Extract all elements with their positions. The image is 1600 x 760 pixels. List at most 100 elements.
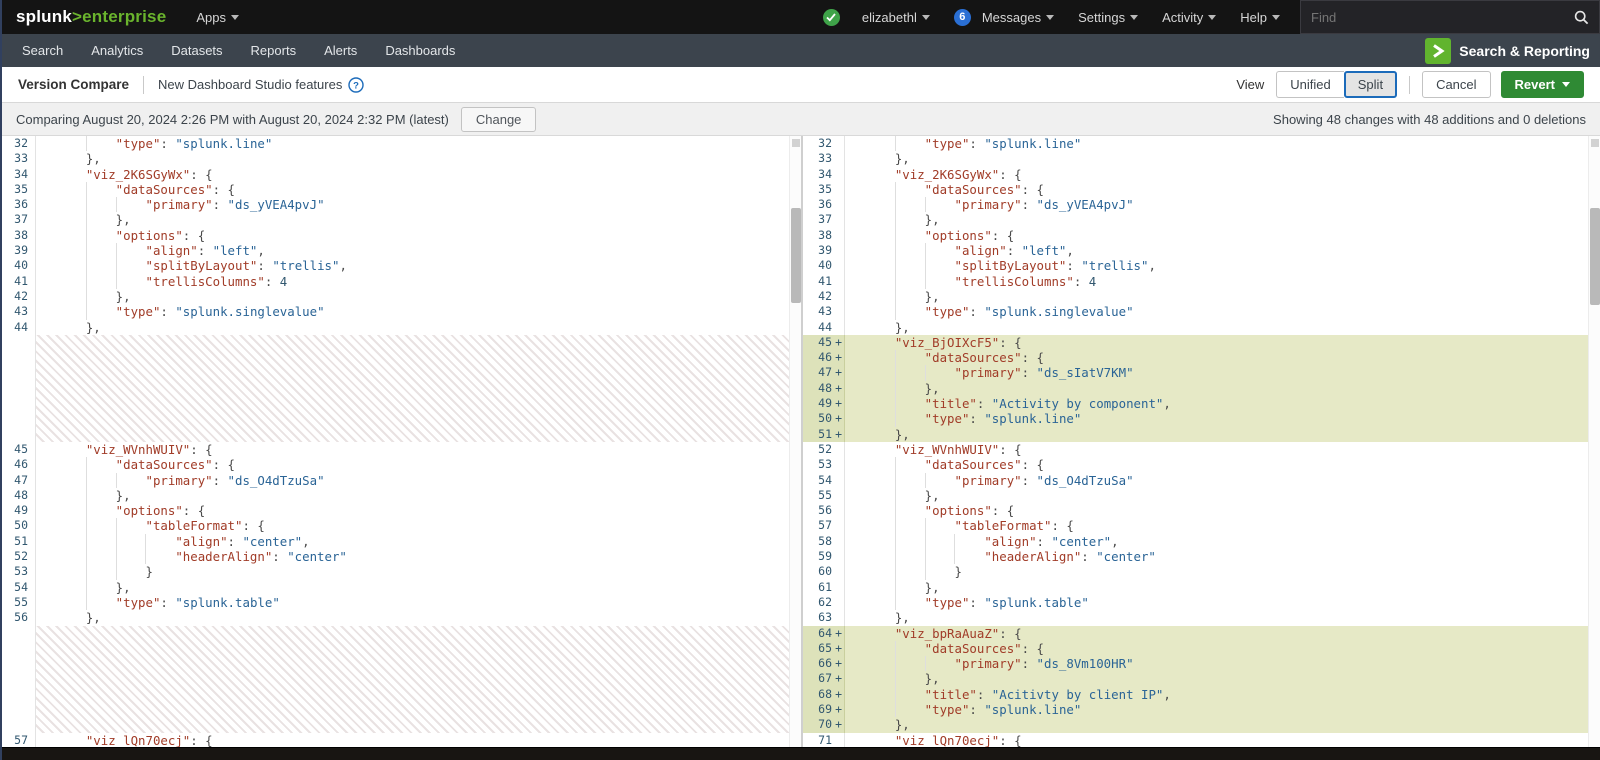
diff-line: 35 "dataSources": { xyxy=(803,182,1588,197)
code-text: "align": "left", xyxy=(36,243,789,258)
line-number: 34 xyxy=(803,167,845,182)
apps-menu-label: Apps xyxy=(196,10,226,25)
code-text: "type": "splunk.table" xyxy=(845,595,1588,610)
left-pane-scrollbar[interactable] xyxy=(789,136,801,747)
health-status-icon[interactable] xyxy=(823,9,840,26)
find-input[interactable] xyxy=(1311,10,1574,25)
line-number: 46 xyxy=(2,457,36,472)
line-number: 35 xyxy=(2,182,36,197)
activity-label: Activity xyxy=(1162,10,1203,25)
bottom-strip xyxy=(2,747,1600,760)
diff-line: 39 "align": "left", xyxy=(803,243,1588,258)
code-text: "type": "splunk.line" xyxy=(845,702,1588,717)
line-number: 54 xyxy=(2,580,36,595)
unified-view-button[interactable]: Unified xyxy=(1276,71,1343,98)
line-number: 55 xyxy=(803,488,845,503)
code-text: "tableFormat": { xyxy=(36,518,789,533)
diff-line: 57 "tableFormat": { xyxy=(803,518,1588,533)
code-text: "primary": "ds_yVEA4pvJ" xyxy=(845,197,1588,212)
nav-item-alerts[interactable]: Alerts xyxy=(310,34,371,67)
code-text: }, xyxy=(845,151,1588,166)
revert-button[interactable]: Revert xyxy=(1501,71,1584,98)
code-text: } xyxy=(845,564,1588,579)
code-text: "viz_2K6SGyWx": { xyxy=(36,167,789,182)
code-text: "viz_lQn70ecj": { xyxy=(36,733,789,747)
user-menu[interactable]: elizabethl xyxy=(850,0,942,34)
settings-menu[interactable]: Settings xyxy=(1066,0,1150,34)
diff-line: 34 "viz_2K6SGyWx": { xyxy=(2,167,789,182)
missing-lines-hatch xyxy=(36,335,789,442)
added-marker: + xyxy=(835,396,842,411)
line-number: 57 xyxy=(2,733,36,747)
right-scrollbar-thumb[interactable] xyxy=(1590,208,1600,305)
help-question-icon[interactable]: ? xyxy=(348,77,364,93)
left-scrollbar-thumb[interactable] xyxy=(791,208,801,303)
revert-label: Revert xyxy=(1515,77,1555,92)
line-number: 42 xyxy=(803,289,845,304)
code-text: "options": { xyxy=(845,503,1588,518)
apps-menu[interactable]: Apps xyxy=(184,0,251,34)
line-number: 40 xyxy=(803,258,845,273)
right-pane-scrollbar[interactable] xyxy=(1588,136,1600,747)
diff-line: 60 } xyxy=(803,564,1588,579)
line-number: 44 xyxy=(2,320,36,335)
messages-menu[interactable]: 6 Messages xyxy=(942,0,1066,34)
code-text: }, xyxy=(845,381,1588,396)
nav-item-analytics[interactable]: Analytics xyxy=(77,34,157,67)
nav-item-datasets[interactable]: Datasets xyxy=(157,34,236,67)
line-number: 52 xyxy=(2,549,36,564)
search-reporting-app-icon[interactable] xyxy=(1425,38,1451,64)
code-text: }, xyxy=(36,320,789,335)
line-number: 40 xyxy=(2,258,36,273)
nav-item-dashboards[interactable]: Dashboards xyxy=(371,34,469,67)
line-number: 45+ xyxy=(803,335,845,350)
code-text: "align": "center", xyxy=(36,534,789,549)
code-text: "viz_lQn70ecj": { xyxy=(845,733,1588,747)
cancel-button[interactable]: Cancel xyxy=(1422,71,1490,98)
diff-line: 37 }, xyxy=(803,212,1588,227)
change-button[interactable]: Change xyxy=(461,107,537,132)
find-search-box[interactable] xyxy=(1300,0,1600,34)
subtitle-text: New Dashboard Studio features xyxy=(158,77,342,92)
diff-line: 46+ "dataSources": { xyxy=(803,350,1588,365)
line-number: 54 xyxy=(803,473,845,488)
dashboard-subtitle: New Dashboard Studio features ? xyxy=(158,77,364,93)
activity-menu[interactable]: Activity xyxy=(1150,0,1228,34)
nav-item-reports[interactable]: Reports xyxy=(237,34,311,67)
added-marker: + xyxy=(835,671,842,686)
splunk-logo[interactable]: splunk>enterprise xyxy=(16,7,166,27)
nav-item-search[interactable]: Search xyxy=(2,34,77,67)
diff-line: 42 }, xyxy=(803,289,1588,304)
line-number: 32 xyxy=(803,136,845,151)
diff-line: 44 }, xyxy=(803,320,1588,335)
diff-line: 66+ "primary": "ds_8Vm100HR" xyxy=(803,656,1588,671)
added-marker: + xyxy=(835,626,842,641)
line-number: 65+ xyxy=(803,641,845,656)
help-menu[interactable]: Help xyxy=(1228,0,1292,34)
chevron-down-icon xyxy=(1272,15,1280,20)
line-number: 50+ xyxy=(803,411,845,426)
diff-line: 33 }, xyxy=(803,151,1588,166)
line-number: 46+ xyxy=(803,350,845,365)
line-number: 49 xyxy=(2,503,36,518)
added-marker: + xyxy=(835,411,842,426)
diff-line: 36 "primary": "ds_yVEA4pvJ" xyxy=(2,197,789,212)
view-label: View xyxy=(1236,77,1264,92)
diff-line: 67+ }, xyxy=(803,671,1588,686)
line-number: 35 xyxy=(803,182,845,197)
added-marker: + xyxy=(835,365,842,380)
diff-line: 36 "primary": "ds_yVEA4pvJ" xyxy=(803,197,1588,212)
app-name[interactable]: Search & Reporting xyxy=(1459,43,1590,59)
code-text: "type": "splunk.singlevalue" xyxy=(845,304,1588,319)
search-icon[interactable] xyxy=(1574,10,1589,25)
line-number: 71 xyxy=(803,733,845,747)
line-number: 51 xyxy=(2,534,36,549)
diff-line: 38 "options": { xyxy=(803,228,1588,243)
line-number: 43 xyxy=(2,304,36,319)
line-number: 34 xyxy=(2,167,36,182)
diff-line: 71 "viz_lQn70ecj": { xyxy=(803,733,1588,747)
code-text: "dataSources": { xyxy=(36,182,789,197)
code-text: "viz_WVnhWUIV": { xyxy=(36,442,789,457)
split-view-button[interactable]: Split xyxy=(1344,71,1397,98)
added-marker: + xyxy=(835,381,842,396)
